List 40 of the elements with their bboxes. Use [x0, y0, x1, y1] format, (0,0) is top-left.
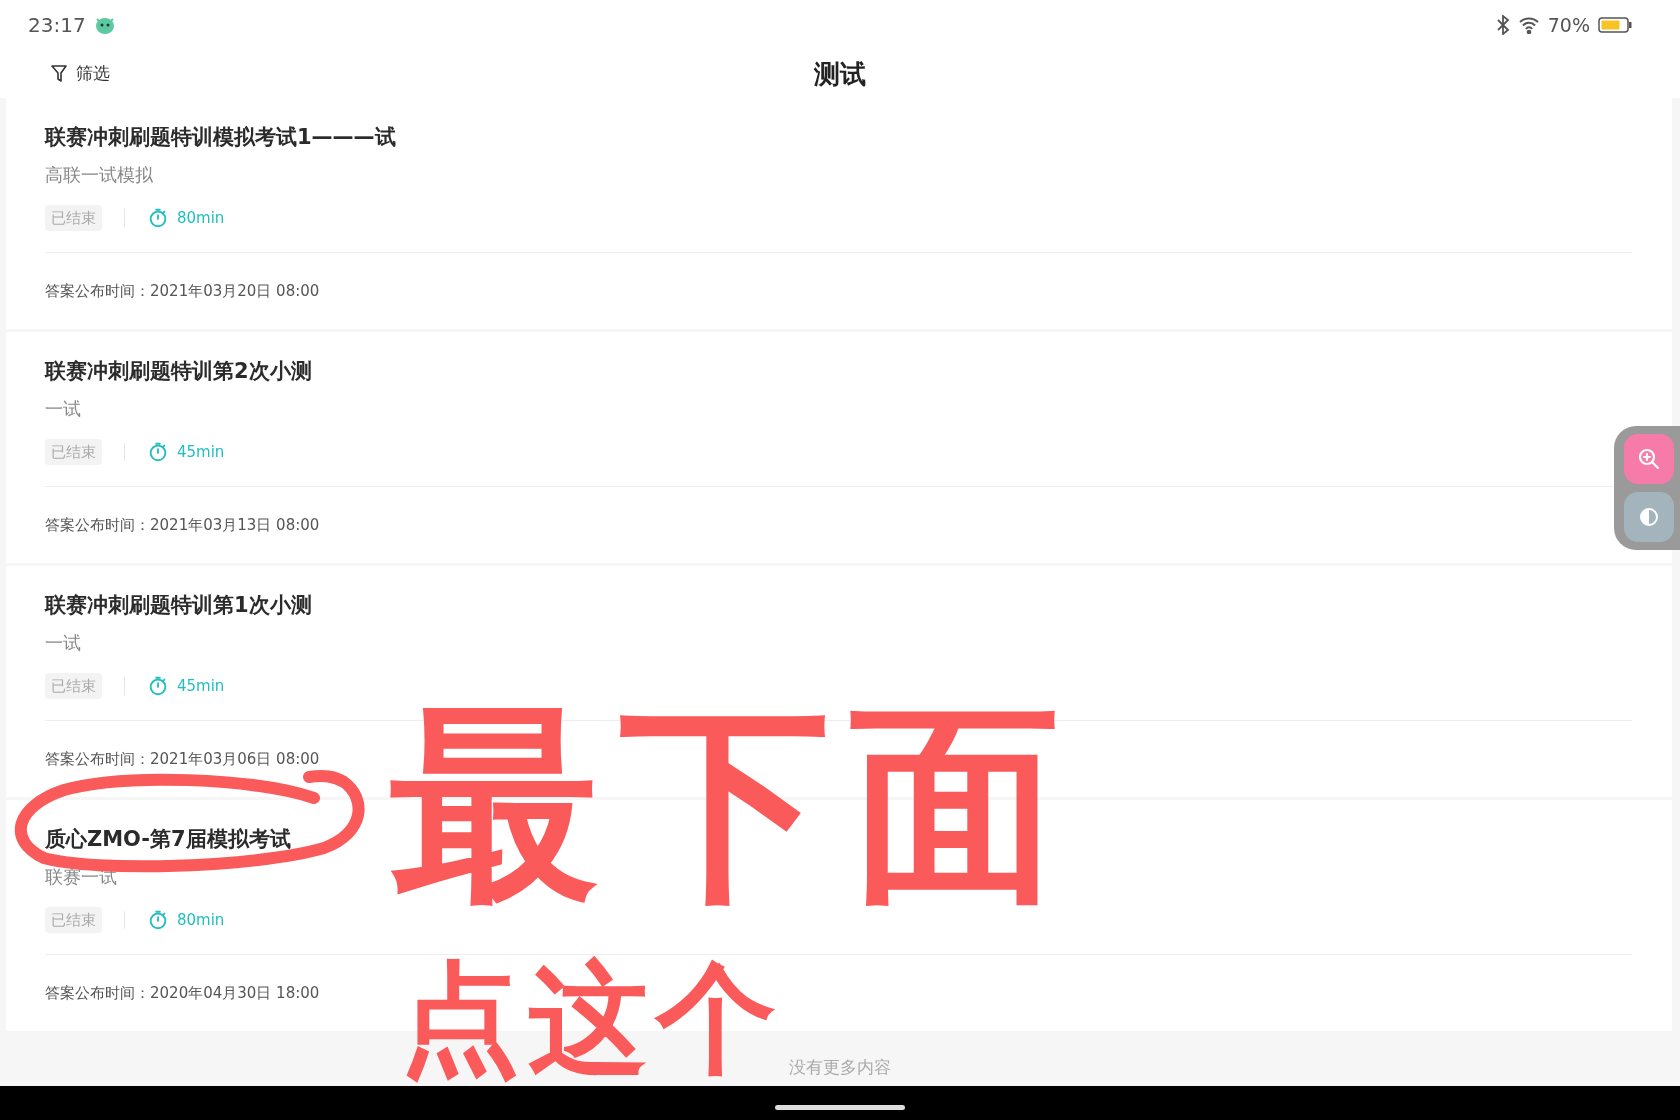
battery-percentage: 70%: [1547, 12, 1590, 38]
home-indicator[interactable]: [775, 1104, 905, 1110]
page-title: 测试: [814, 57, 866, 91]
answer-release-time: 答案公布时间：2021年03月13日 08:00: [45, 514, 320, 536]
exam-title: 质心ZMO-第7届模拟考试: [45, 826, 292, 853]
answer-release-time: 答案公布时间：2020年04月30日 18:00: [45, 982, 320, 1004]
zoom-button[interactable]: [1624, 434, 1674, 484]
exam-title: 联赛冲刺刷题特训第2次小测: [45, 358, 313, 385]
exam-card[interactable]: 联赛冲刺刷题特训第2次小测 一试 已结束 45min 答案公布时间：2021年03月13日 08:00: [6, 332, 1672, 563]
exam-duration: 80min: [177, 909, 225, 931]
stopwatch-icon: [147, 441, 169, 463]
exam-card[interactable]: 联赛冲刺刷题特训模拟考试1———试 高联一试模拟 已结束 80min 答案公布时间：2021年03月20日 08:00: [6, 98, 1672, 329]
contrast-button[interactable]: [1624, 492, 1674, 542]
status-tag: 已结束: [45, 438, 102, 466]
stopwatch-icon: [147, 675, 169, 697]
exam-title: 联赛冲刺刷题特训模拟考试1———试: [45, 124, 397, 151]
answer-release-time: 答案公布时间：2021年03月20日 08:00: [45, 280, 320, 302]
stopwatch-icon: [147, 207, 169, 229]
stopwatch-icon: [147, 909, 169, 931]
no-more-content-text: 没有更多内容: [789, 1056, 891, 1079]
exam-duration: 45min: [177, 441, 225, 463]
status-tag: 已结束: [45, 204, 102, 232]
status-tag: 已结束: [45, 906, 102, 934]
status-time: 23:17: [28, 12, 86, 39]
status-tag: 已结束: [45, 672, 102, 700]
filter-button[interactable]: 筛选: [50, 61, 110, 87]
exam-subtitle: 一试: [45, 397, 82, 421]
exam-subtitle: 一试: [45, 631, 82, 655]
contrast-icon: [1639, 507, 1659, 527]
battery-icon: [1598, 16, 1632, 34]
bluetooth-icon: [1495, 15, 1510, 35]
exam-duration: 80min: [177, 207, 225, 229]
exam-title: 联赛冲刺刷题特训第1次小测: [45, 592, 313, 619]
answer-release-time: 答案公布时间：2021年03月06日 08:00: [45, 748, 320, 770]
wifi-icon: [1517, 16, 1540, 34]
funnel-icon: [50, 64, 68, 84]
exam-subtitle: 高联一试模拟: [45, 163, 154, 187]
mascot-icon: [93, 15, 116, 35]
zoom-in-icon: [1637, 447, 1661, 471]
exam-duration: 45min: [177, 675, 225, 697]
